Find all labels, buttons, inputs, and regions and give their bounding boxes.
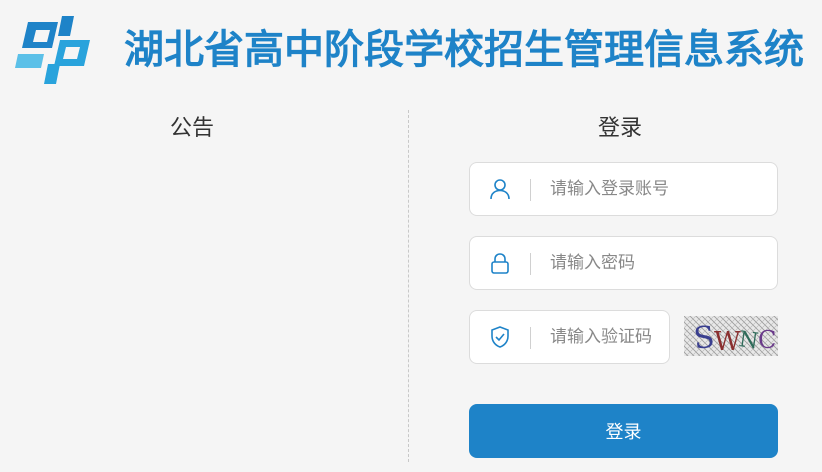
lock-icon xyxy=(491,253,509,274)
username-input[interactable] xyxy=(550,175,760,203)
captcha-image[interactable]: S W N C xyxy=(684,316,778,356)
svg-text:C: C xyxy=(758,326,776,354)
svg-text:N: N xyxy=(737,327,760,354)
captcha-field[interactable] xyxy=(469,310,670,364)
password-input[interactable] xyxy=(550,249,760,277)
shield-check-icon xyxy=(491,326,509,348)
column-divider xyxy=(408,110,409,462)
login-page: 湖北省高中阶段学校招生管理信息系统 公告 登录 请输入登录账号 请输入验证码 S… xyxy=(0,0,822,472)
login-title: 登录 xyxy=(598,116,643,141)
site-title: 湖北省高中阶段学校招生管理信息系统 xyxy=(124,27,804,73)
login-button[interactable]: 登录 xyxy=(469,404,778,458)
username-field[interactable] xyxy=(469,162,778,216)
captcha-input[interactable] xyxy=(550,323,662,351)
field-separator xyxy=(530,179,531,201)
field-separator xyxy=(530,253,531,275)
svg-text:S: S xyxy=(692,320,716,356)
password-field[interactable] xyxy=(469,236,778,290)
user-icon xyxy=(490,179,510,200)
logo-icon xyxy=(15,16,90,84)
field-separator xyxy=(530,327,531,349)
notice-title: 公告 xyxy=(170,116,215,141)
